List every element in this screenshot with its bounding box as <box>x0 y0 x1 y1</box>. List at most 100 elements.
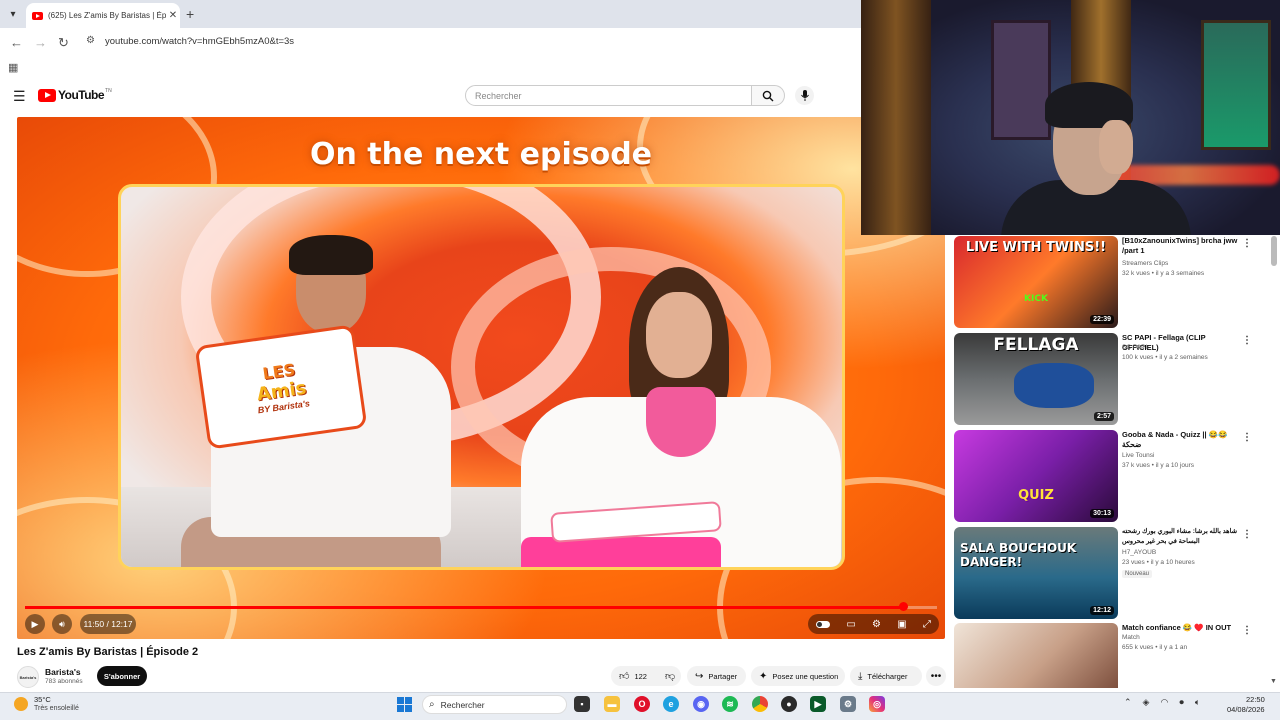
like-dislike-group: 👍︎ 122 👎︎ <box>611 666 681 686</box>
youtube-logo-text: YouTube <box>58 88 105 102</box>
volume-icon: 🔊︎ <box>59 618 65 629</box>
youtube-favicon-icon <box>32 11 43 20</box>
recommendation-item[interactable]: SALA BOUCHOUK DANGER! 12:12 شاهد بالله ب… <box>954 527 1264 619</box>
play-button[interactable]: ▶ <box>25 614 45 634</box>
dislike-icon[interactable]: 👎︎ <box>665 670 675 682</box>
autoplay-toggle[interactable] <box>816 620 831 628</box>
overlay-title: On the next episode <box>309 137 653 172</box>
browser-tab[interactable]: (625) Les Z'amis By Baristas | Ép ✕ <box>26 3 180 28</box>
volume-button[interactable]: 🔊︎ <box>52 614 72 634</box>
speaker-icon[interactable]: 🔈︎ <box>1195 697 1200 708</box>
recommendation-channel[interactable]: Match <box>1122 634 1140 641</box>
recommendation-meta: 32 k vues • il y a 3 semaines <box>1122 270 1205 277</box>
tab-close-button[interactable]: ✕ <box>166 10 180 21</box>
app-icon[interactable]: ▶ <box>810 696 826 712</box>
voice-search-button[interactable] <box>795 86 814 105</box>
more-actions-button[interactable]: ••• <box>926 666 946 686</box>
network-icon[interactable]: ◈ <box>1143 697 1150 708</box>
ask-question-button[interactable]: ✦ Posez une question <box>751 666 845 686</box>
search-input[interactable]: Rechercher <box>465 85 752 106</box>
video-thumbnail[interactable]: QUIZ 30:13 <box>954 430 1118 522</box>
youtube-logo[interactable]: YouTube TN <box>38 88 112 102</box>
thumbnail-subtext: KICK <box>1024 294 1048 304</box>
progress-scrubber-handle[interactable] <box>898 602 908 611</box>
instagram-icon[interactable]: ◎ <box>869 696 885 712</box>
back-icon[interactable]: ← <box>10 35 23 50</box>
search-button[interactable] <box>752 85 785 106</box>
subscribe-button[interactable]: S'abonner <box>97 666 147 686</box>
microphone-icon[interactable]: ⏺ <box>1179 697 1184 708</box>
video-thumbnail[interactable] <box>954 623 1118 688</box>
recommendation-channel[interactable]: Streamers Clips <box>1122 260 1168 267</box>
recommendation-channel[interactable]: Live Tounsi <box>1122 452 1154 459</box>
edge-icon[interactable]: e <box>663 696 679 712</box>
recommendation-item[interactable]: Match confiance 😂 ♥️ IN OUT Match 655 k … <box>954 623 1264 688</box>
clock-time[interactable]: 22:50 <box>1246 695 1265 704</box>
weather-description[interactable]: Très ensoleillé <box>34 705 79 712</box>
video-frame-scene: LES Amis BY Barista's <box>118 184 845 570</box>
miniplayer-icon[interactable]: ▣ <box>897 619 906 630</box>
video-thumbnail[interactable]: SALA BOUCHOUK DANGER! 12:12 <box>954 527 1118 619</box>
menu-icon[interactable]: ☰ <box>13 88 26 105</box>
like-count[interactable]: 122 <box>634 672 647 681</box>
task-view-icon[interactable]: ▪ <box>574 696 590 712</box>
apps-icon[interactable]: ▦ <box>8 61 18 74</box>
more-options-icon[interactable]: ⋮ <box>1242 432 1252 443</box>
sun-weather-icon[interactable] <box>14 697 28 711</box>
more-options-icon[interactable]: ⋮ <box>1242 529 1252 540</box>
forward-icon[interactable]: → <box>34 35 47 50</box>
scrollbar-thumb[interactable] <box>1271 236 1277 266</box>
scroll-down-arrow-icon[interactable]: ▼ <box>1270 678 1277 685</box>
settings-icon[interactable]: ⚙ <box>872 619 881 630</box>
recommendation-channel[interactable]: SC PAPI <box>1122 344 1147 351</box>
download-button[interactable]: ⤓ Télécharger <box>850 666 922 686</box>
clock-date[interactable]: 04/08/2026 <box>1227 705 1265 714</box>
video-thumbnail[interactable]: LIVE WITH TWINS!! KICK 22:39 <box>954 236 1118 328</box>
more-options-icon[interactable]: ⋮ <box>1242 625 1252 636</box>
share-button[interactable]: ↪ Partager <box>687 666 746 686</box>
obs-icon[interactable]: ● <box>781 696 797 712</box>
recommendation-title[interactable]: شاهد بالله برشا: مشاء البوري بورك رشحته … <box>1122 527 1242 547</box>
recommendation-meta: 655 k vues • il y a 1 an <box>1122 644 1188 651</box>
more-options-icon[interactable]: ⋮ <box>1242 335 1252 346</box>
video-thumbnail[interactable]: FELLAGA 2:57 <box>954 333 1118 425</box>
site-settings-icon[interactable]: ⚙ <box>86 35 95 46</box>
show-logo-sign: LES Amis BY Barista's <box>194 324 368 450</box>
video-title: Les Z'amis By Baristas | Épisode 2 <box>17 646 199 658</box>
recommendation-item[interactable]: LIVE WITH TWINS!! KICK 22:39 [B10xZanoun… <box>954 236 1264 328</box>
settings-app-icon[interactable]: ⚙ <box>840 696 856 712</box>
progress-bar-fill <box>25 606 904 609</box>
file-explorer-icon[interactable]: ▬ <box>604 696 620 712</box>
channel-avatar[interactable]: Barista's <box>17 666 39 688</box>
windows-start-icon[interactable] <box>397 697 412 712</box>
thumbnail-text: LIVE WITH TWINS!! <box>965 240 1107 255</box>
reload-icon[interactable]: ↻ <box>58 35 69 51</box>
chevron-up-icon[interactable]: ⌃ <box>1124 697 1132 708</box>
recommendation-title[interactable]: [B10xZanounixTwins] brcha jww /part 1 <box>1122 236 1242 256</box>
wifi-icon[interactable]: ◠ <box>1160 697 1168 708</box>
recommendation-title[interactable]: Match confiance 😂 ♥️ IN OUT <box>1122 623 1242 633</box>
recommendation-item[interactable]: QUIZ 30:13 Gooba & Nada - Quizz || 😂😂 ضح… <box>954 430 1264 522</box>
opera-icon[interactable]: O <box>634 696 650 712</box>
more-options-icon[interactable]: ⋮ <box>1242 238 1252 249</box>
spotify-icon[interactable]: ≋ <box>722 696 738 712</box>
video-duration: 2:57 <box>1093 412 1114 421</box>
recommendation-meta: 23 vues • il y a 10 heures <box>1122 559 1195 566</box>
video-player[interactable]: On the next episode LES Amis BY Barista'… <box>17 117 945 639</box>
like-icon[interactable]: 👍︎ <box>619 670 629 682</box>
chrome-icon[interactable] <box>752 696 768 712</box>
taskbar-search[interactable]: ⌕ Rechercher <box>422 695 567 714</box>
channel-name[interactable]: Barista's <box>45 667 81 677</box>
fullscreen-icon[interactable]: ⤢ <box>923 619 931 630</box>
recommendation-channel[interactable]: H7_AYOUB <box>1122 549 1156 556</box>
recommendation-item[interactable]: FELLAGA 2:57 SC PAPI - Fellaga (CLIP OFF… <box>954 333 1264 425</box>
video-duration: 22:39 <box>1090 315 1114 324</box>
tab-search-chevron-icon[interactable]: ▾ <box>4 5 22 23</box>
weather-temperature[interactable]: 35°C <box>34 695 51 704</box>
subtitles-icon[interactable]: ▭ <box>846 619 855 630</box>
new-tab-button[interactable]: + <box>186 6 194 22</box>
discord-icon[interactable]: ◉ <box>693 696 709 712</box>
recommendation-title[interactable]: Gooba & Nada - Quizz || 😂😂 ضحكة <box>1122 430 1242 450</box>
url-field[interactable]: youtube.com/watch?v=hmGEbh5mzA0&t=3s <box>105 36 294 47</box>
share-icon: ↪ <box>695 670 704 682</box>
